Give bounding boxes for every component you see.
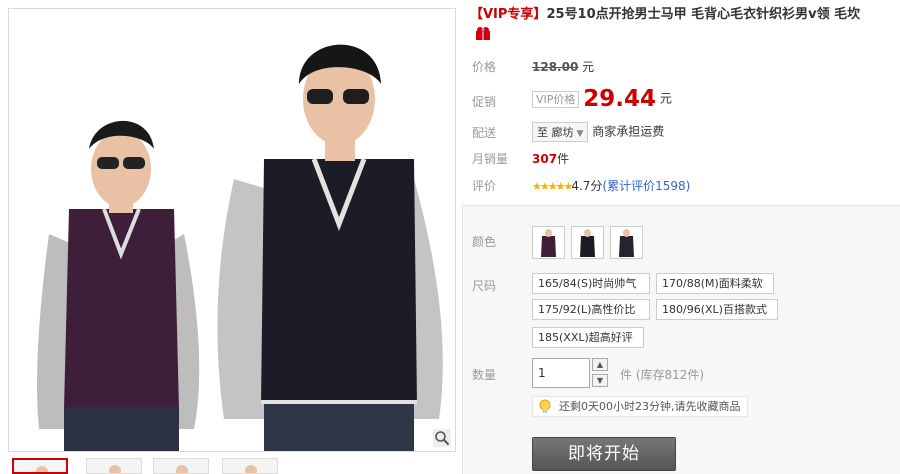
thumbnail-3[interactable] [153, 458, 209, 474]
product-title-text: 25号10点开抢男士马甲 毛背心毛衣针织衫男v领 毛坎 [546, 7, 861, 22]
lightbulb-icon [539, 399, 551, 413]
price-value: 128.00 元 [532, 58, 594, 75]
size-option-xl[interactable]: 180/96(XL)百搭款式 [656, 299, 778, 320]
size-option-s[interactable]: 165/84(S)时尚帅气 [532, 273, 650, 294]
color-swatch-dark[interactable] [610, 226, 643, 259]
price-unit: 元 [582, 60, 595, 74]
price-label: 价格 [472, 60, 497, 74]
countdown-tip: 还剩0天00小时23分钟,请先收藏商品 [532, 396, 748, 417]
thumbnail-1[interactable] [12, 458, 68, 474]
right-model [217, 44, 443, 451]
left-model [37, 120, 200, 451]
product-title: 【VIP专享】25号10点开抢男士马甲 毛背心毛衣针织衫男v领 毛坎 [470, 6, 900, 24]
size-label: 尺码 [472, 279, 497, 293]
promo-value: VIP价格 29.44 元 [532, 86, 672, 112]
quantity-label: 数量 [472, 368, 497, 382]
color-swatch-purple[interactable] [532, 226, 565, 259]
delivery-value: 至 廊坊 ▼ 商家承担运费 [532, 122, 664, 142]
quantity-input[interactable]: 1 [532, 358, 590, 388]
color-label: 颜色 [472, 235, 497, 249]
destination-text: 至 廊坊 [537, 126, 574, 139]
review-count-link[interactable]: (累计评价1598) [602, 179, 690, 193]
vip-price-tag: VIP价格 [532, 90, 580, 108]
gift-icon [476, 27, 490, 40]
sales-count: 307 [532, 152, 558, 166]
product-main-image[interactable] [8, 8, 456, 452]
shipping-note: 商家承担运费 [592, 124, 665, 139]
promo-unit: 元 [659, 91, 672, 106]
promo-label: 促销 [472, 95, 497, 109]
color-swatch-black[interactable] [571, 226, 604, 259]
size-option-l[interactable]: 175/92(L)高性价比 [532, 299, 650, 320]
size-option-m[interactable]: 170/88(M)面料柔软 [656, 273, 774, 294]
size-option-xxl[interactable]: 185(XXL)超高好评 [532, 327, 644, 348]
sku-panel [462, 205, 900, 474]
chevron-down-icon: ▼ [576, 129, 584, 139]
delivery-label: 配送 [472, 126, 497, 140]
rating-label: 评价 [472, 179, 497, 193]
destination-select[interactable]: 至 廊坊 ▼ [532, 122, 589, 142]
sales-label: 月销量 [472, 152, 509, 166]
thumbnail-2[interactable] [86, 458, 142, 474]
original-price: 128.00 [532, 60, 579, 74]
vip-tag-title: 【VIP专享】 [470, 7, 547, 22]
product-photo [37, 44, 443, 451]
thumbnail-4[interactable] [222, 458, 278, 474]
thumbnail-strip [8, 458, 456, 474]
zoom-icon[interactable] [433, 429, 451, 447]
rating-value: ★★★★★4.7分(累计评价1598) [532, 177, 690, 194]
sales-unit: 件 [557, 152, 570, 166]
quantity-increase-button[interactable]: ▲ [592, 358, 608, 371]
star-rating-icon: ★★★★★ [532, 180, 573, 193]
countdown-text: 还剩0天00小时23分钟,请先收藏商品 [559, 400, 741, 413]
coming-soon-button[interactable]: 即将开始 [532, 437, 676, 471]
stock-info: 件 (库存812件) [620, 368, 705, 382]
promo-price: 29.44 [583, 86, 656, 112]
quantity-decrease-button[interactable]: ▼ [592, 374, 608, 387]
sales-value: 307件 [532, 150, 569, 167]
rating-score: 4.7分 [571, 179, 603, 193]
